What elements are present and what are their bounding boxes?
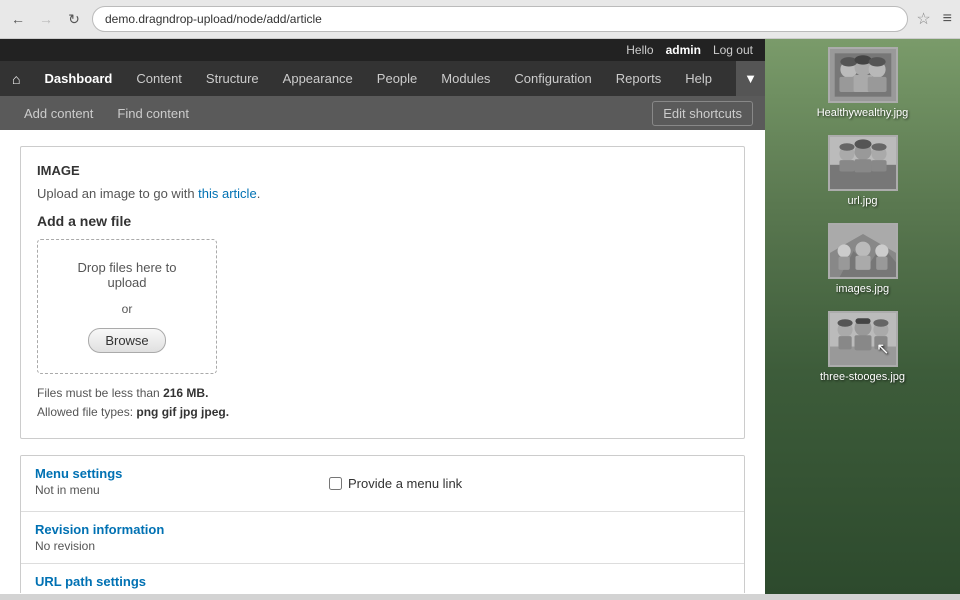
nav-help[interactable]: Help [673,61,724,96]
browse-button[interactable]: Browse [88,328,165,353]
menu-settings-title[interactable]: Menu settings [35,466,122,481]
nav-structure[interactable]: Structure [194,61,271,96]
thumb-healthywealthy [828,47,898,103]
nav-appearance[interactable]: Appearance [271,61,365,96]
main-content: Hello admin Log out ⌂ Dashboard Content … [0,39,765,594]
provide-menu-link-label: Provide a menu link [329,476,716,491]
hello-label: Hello [626,43,653,57]
form-area: IMAGE Upload an image to go with this ar… [0,130,765,593]
menu-settings-left: Menu settings Not in menu [35,466,315,501]
nav-configuration[interactable]: Configuration [502,61,603,96]
logout-link[interactable]: Log out [713,43,753,57]
this-article-link[interactable]: this article [198,186,257,201]
thumb-url-label: url.jpg [848,195,878,207]
sidebar-item-images[interactable]: images.jpg [765,215,960,303]
username-label: admin [666,43,701,57]
browser-toolbar: ← → ↻ ☆ ≡ [0,0,960,38]
url-path-title[interactable]: URL path settings [35,574,146,589]
admin-top-bar: Hello admin Log out [0,39,765,61]
home-icon[interactable]: ⌂ [0,63,32,95]
thumb-url [828,135,898,191]
image-section-title: IMAGE [37,163,728,178]
revision-info-section: Revision information No revision [21,512,744,564]
edit-shortcuts-button[interactable]: Edit shortcuts [652,101,753,126]
menu-settings-section: Menu settings Not in menu Provide a menu… [21,456,744,512]
browser-menu-icon[interactable]: ≡ [943,10,952,28]
sidebar-item-three-stooges[interactable]: ↖ three-stooges.jpg [765,303,960,391]
thumb-healthywealthy-label: Healthywealthy.jpg [817,107,909,119]
thumb-images-label: images.jpg [836,283,889,295]
admin-main-nav: ⌂ Dashboard Content Structure Appearance… [0,61,765,96]
sidebar-item-healthywealthy[interactable]: Healthywealthy.jpg [765,39,960,127]
bookmark-icon[interactable]: ☆ [916,9,930,29]
refresh-button[interactable]: ↻ [64,9,84,29]
add-content-link[interactable]: Add content [12,98,105,129]
find-content-link[interactable]: Find content [105,98,201,129]
file-size-limit: 216 MB. [163,386,208,400]
url-path-subtitle: No alias [35,591,730,593]
revision-info-title[interactable]: Revision information [35,522,164,537]
browser-chrome: ← → ↻ ☆ ≡ [0,0,960,39]
url-path-section: URL path settings No alias [21,564,744,593]
menu-settings-subtitle: Not in menu [35,483,315,497]
nav-dashboard[interactable]: Dashboard [32,61,124,96]
right-sidebar: Healthywealthy.jpg [765,39,960,594]
nav-dropdown-icon[interactable]: ▼ [736,61,765,96]
thumb-images [828,223,898,279]
file-info: Files must be less than 216 MB. Allowed … [37,384,728,422]
secondary-nav: Add content Find content Edit shortcuts [0,96,765,130]
nav-modules[interactable]: Modules [429,61,502,96]
page-wrapper: Hello admin Log out ⌂ Dashboard Content … [0,39,960,594]
nav-reports[interactable]: Reports [604,61,674,96]
address-bar[interactable] [92,6,908,32]
back-button[interactable]: ← [8,9,28,29]
thumb-three-stooges: ↖ [828,311,898,367]
add-new-file-label: Add a new file [37,213,728,229]
menu-settings-row: Menu settings Not in menu Provide a menu… [35,466,730,501]
upload-dropzone[interactable]: Drop files here to upload or Browse [37,239,217,374]
or-label: or [122,302,133,316]
forward-button[interactable]: → [36,9,56,29]
provide-menu-link-text: Provide a menu link [348,476,462,491]
provide-menu-link-checkbox[interactable] [329,477,342,490]
revision-info-subtitle: No revision [35,539,730,553]
menu-settings-right: Provide a menu link [315,466,730,501]
sidebar-item-url[interactable]: url.jpg [765,127,960,215]
nav-content[interactable]: Content [124,61,194,96]
image-section-description: Upload an image to go with this article. [37,186,728,201]
admin-bar: Hello admin Log out ⌂ Dashboard Content … [0,39,765,96]
thumb-three-stooges-label: three-stooges.jpg [820,371,905,383]
settings-panel: Menu settings Not in menu Provide a menu… [20,455,745,593]
drop-files-text: Drop files here to upload [58,260,196,290]
nav-people[interactable]: People [365,61,429,96]
allowed-types: png gif jpg jpeg. [136,405,229,419]
image-section: IMAGE Upload an image to go with this ar… [20,146,745,439]
